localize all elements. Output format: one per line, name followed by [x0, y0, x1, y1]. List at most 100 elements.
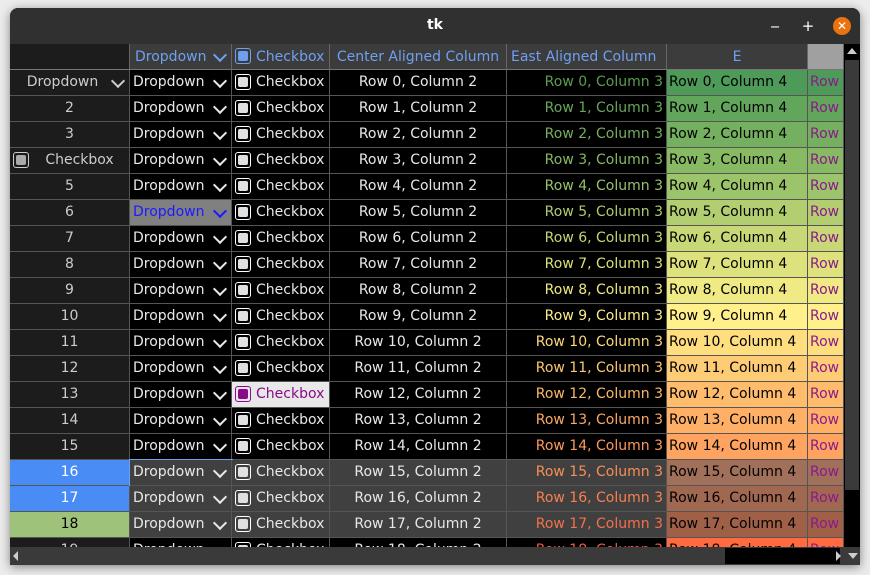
chevron-down-icon[interactable] [212, 437, 228, 453]
row-index[interactable]: Checkbox [10, 148, 130, 174]
center-cell[interactable]: Row 17, Column 2 [330, 512, 507, 538]
dropdown-cell[interactable]: Dropdown [130, 486, 232, 512]
dropdown-cell[interactable]: Dropdown [130, 174, 232, 200]
overflow-cell[interactable]: Row [808, 330, 844, 356]
checkbox-cell[interactable]: Checkbox [232, 538, 330, 547]
dropdown-cell[interactable]: Dropdown [130, 356, 232, 382]
center-cell[interactable]: Row 0, Column 2 [330, 70, 507, 96]
east-cell[interactable]: Row 7, Column 3 [507, 252, 667, 278]
east-cell[interactable]: Row 0, Column 3 [507, 70, 667, 96]
overflow-cell[interactable]: Row [808, 434, 844, 460]
row-index[interactable]: 10 [10, 304, 130, 330]
chevron-down-icon[interactable] [212, 515, 228, 531]
checkbox-icon[interactable] [235, 48, 251, 64]
chevron-down-icon[interactable] [110, 73, 126, 89]
overflow-cell[interactable]: Row [808, 200, 844, 226]
dropdown-cell[interactable]: Dropdown [130, 148, 232, 174]
east-cell[interactable]: Row 14, Column 3 [507, 434, 667, 460]
row-index[interactable]: 12 [10, 356, 130, 382]
row-index[interactable]: 6 [10, 200, 130, 226]
east-cell[interactable]: Row 3, Column 3 [507, 148, 667, 174]
center-cell[interactable]: Row 18, Column 2 [330, 538, 507, 547]
column-header-4[interactable]: East Aligned Column [507, 44, 667, 70]
e-cell[interactable]: Row 10, Column 4 [667, 330, 808, 356]
chevron-down-icon[interactable] [212, 229, 228, 245]
east-cell[interactable]: Row 9, Column 3 [507, 304, 667, 330]
center-cell[interactable]: Row 8, Column 2 [330, 278, 507, 304]
east-cell[interactable]: Row 16, Column 3 [507, 486, 667, 512]
overflow-cell[interactable]: Row [808, 96, 844, 122]
checkbox-icon[interactable] [235, 438, 251, 454]
overflow-cell[interactable]: Row [808, 486, 844, 512]
dropdown-cell[interactable]: Dropdown [130, 122, 232, 148]
checkbox-cell[interactable]: Checkbox [232, 278, 330, 304]
overflow-cell[interactable]: Row [808, 460, 844, 486]
e-cell[interactable]: Row 3, Column 4 [667, 148, 808, 174]
column-header-6[interactable] [808, 44, 844, 70]
chevron-down-icon[interactable] [212, 47, 228, 63]
chevron-down-icon[interactable] [212, 125, 228, 141]
overflow-cell[interactable]: Row [808, 226, 844, 252]
row-index[interactable]: 18 [10, 512, 130, 538]
checkbox-cell[interactable]: Checkbox [232, 200, 330, 226]
dropdown-cell[interactable]: Dropdown [129, 459, 233, 487]
checkbox-cell[interactable]: Checkbox [232, 252, 330, 278]
east-cell[interactable]: Row 2, Column 3 [507, 122, 667, 148]
chevron-down-icon[interactable] [212, 333, 228, 349]
checkbox-cell[interactable]: Checkbox [232, 356, 330, 382]
e-cell[interactable]: Row 13, Column 4 [667, 408, 808, 434]
e-cell[interactable]: Row 17, Column 4 [667, 512, 808, 538]
checkbox-icon[interactable] [235, 308, 251, 324]
overflow-cell[interactable]: Row [808, 174, 844, 200]
dropdown-cell[interactable]: Dropdown [130, 200, 232, 226]
overflow-cell[interactable]: Row [808, 304, 844, 330]
sheet-grid[interactable]: Dropdown Checkbox Center Aligned Column Eas… [10, 44, 844, 547]
dropdown-cell[interactable]: Dropdown [130, 304, 232, 330]
dropdown-cell[interactable]: Dropdown [130, 538, 232, 547]
chevron-down-icon[interactable] [212, 463, 228, 479]
center-cell[interactable]: Row 3, Column 2 [330, 148, 507, 174]
checkbox-icon[interactable] [235, 74, 251, 90]
overflow-cell[interactable]: Row [808, 70, 844, 96]
dropdown-cell[interactable]: Dropdown [130, 96, 232, 122]
east-cell[interactable]: Row 17, Column 3 [507, 512, 667, 538]
overflow-cell[interactable]: Row [808, 356, 844, 382]
center-cell[interactable]: Row 12, Column 2 [330, 382, 507, 408]
dropdown-cell[interactable]: Dropdown [130, 434, 232, 460]
checkbox-icon[interactable] [235, 204, 251, 220]
maximize-button[interactable]: + [799, 17, 817, 35]
chevron-down-icon[interactable] [212, 385, 228, 401]
checkbox-icon[interactable] [235, 126, 251, 142]
row-index[interactable]: 8 [10, 252, 130, 278]
checkbox-cell[interactable]: Checkbox [232, 96, 330, 122]
dropdown-cell[interactable]: Dropdown [130, 330, 232, 356]
dropdown-cell[interactable]: Dropdown [130, 382, 232, 408]
center-cell[interactable]: Row 11, Column 2 [330, 356, 507, 382]
chevron-down-icon[interactable] [212, 489, 228, 505]
checkbox-cell[interactable]: Checkbox [232, 174, 330, 200]
checkbox-icon[interactable] [235, 178, 251, 194]
e-cell[interactable]: Row 6, Column 4 [667, 226, 808, 252]
e-cell[interactable]: Row 4, Column 4 [667, 174, 808, 200]
center-cell[interactable]: Row 4, Column 2 [330, 174, 507, 200]
column-header-1[interactable]: Dropdown [130, 44, 232, 70]
row-index[interactable]: 13 [10, 382, 130, 408]
chevron-down-icon[interactable] [212, 255, 228, 271]
dropdown-cell[interactable]: Dropdown [130, 252, 232, 278]
overflow-cell[interactable]: Row [808, 408, 844, 434]
checkbox-cell[interactable]: Checkbox [232, 382, 330, 408]
row-index[interactable]: 7 [10, 226, 130, 252]
row-index[interactable]: 16 [10, 460, 130, 486]
row-index[interactable]: 14 [10, 408, 130, 434]
chevron-down-icon[interactable] [212, 73, 228, 89]
checkbox-icon[interactable] [235, 230, 251, 246]
row-index[interactable]: 3 [10, 122, 130, 148]
checkbox-icon[interactable] [235, 256, 251, 272]
east-cell[interactable]: Row 11, Column 3 [507, 356, 667, 382]
scroll-right-arrow-icon[interactable] [836, 551, 841, 561]
e-cell[interactable]: Row 8, Column 4 [667, 278, 808, 304]
chevron-down-icon[interactable] [212, 307, 228, 323]
checkbox-icon[interactable] [235, 412, 251, 428]
east-cell[interactable]: Row 15, Column 3 [507, 460, 667, 486]
center-cell[interactable]: Row 5, Column 2 [330, 200, 507, 226]
